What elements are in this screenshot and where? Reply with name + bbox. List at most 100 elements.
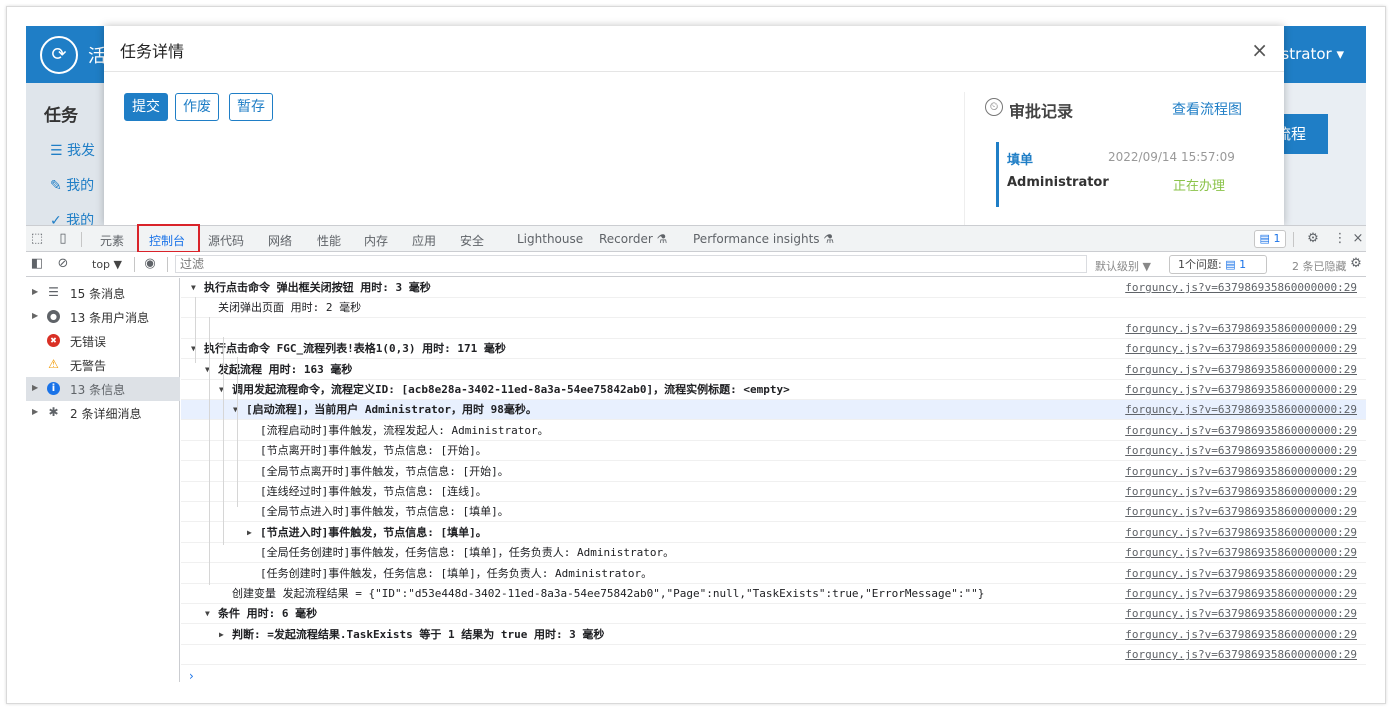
tab-security[interactable]: 安全 [460,232,484,249]
source-link[interactable]: forguncy.js?v=637986935860000000:29 [1125,380,1357,399]
app-sidebar-item[interactable]: ☰ 我发 [50,140,95,160]
console-log-row[interactable]: ▶ 判断: =发起流程结果.TaskExists 等于 1 结果为 true 用时… [181,625,1366,645]
sidebar-filter-label: 无警告 [70,359,107,373]
tab-recorder[interactable]: Recorder ⚗ [599,232,667,246]
tab-performance-insights[interactable]: Performance insights ⚗ [693,232,834,246]
void-button[interactable]: 作废 [175,93,219,121]
console-log-row[interactable]: ▶ [节点进入时]事件触发，节点信息: [填单]。 forguncy.js?v=63… [181,523,1366,543]
device-toolbar-icon[interactable]: ▯ [55,231,71,247]
sidebar-filter-item[interactable]: ▶ ☰ 15 条消息 [26,281,180,305]
close-icon[interactable]: × [1251,38,1268,62]
console-log-row[interactable]: ▼ 执行点击命令 FGC_流程列表!表格1(0,3) 用时: 171 毫秒 forg… [181,339,1366,360]
source-link[interactable]: forguncy.js?v=637986935860000000:29 [1125,400,1357,419]
tab-application[interactable]: 应用 [412,232,436,249]
settings-gear-icon[interactable]: ⚙ [1305,231,1321,247]
timeline-bar [996,142,999,207]
source-link[interactable]: forguncy.js?v=637986935860000000:29 [1125,645,1357,664]
eye-icon[interactable]: ◉ [142,256,158,272]
source-link[interactable]: forguncy.js?v=637986935860000000:29 [1125,584,1357,603]
console-log-row[interactable]: [全局节点进入时]事件触发，节点信息: [填单]。 forguncy.js?v=6… [181,502,1366,523]
submit-button[interactable]: 提交 [124,93,168,121]
app-logo-icon: ⟳ [40,36,78,74]
source-link[interactable]: forguncy.js?v=637986935860000000:29 [1125,564,1357,583]
collapse-arrow-icon[interactable]: ▼ [205,604,210,623]
more-options-icon[interactable]: ⋮ [1332,231,1348,247]
source-link[interactable]: forguncy.js?v=637986935860000000:29 [1125,625,1357,644]
sidebar-filter-item[interactable]: ▶ ✱ 2 条详细消息 [26,401,180,425]
console-log-row[interactable]: [全局节点离开时]事件触发，节点信息: [开始]。 forguncy.js?v=6… [181,462,1366,482]
console-log-row[interactable]: ▼ 调用发起流程命令，流程定义ID: [acb8e28a-3402-11ed-8a… [181,380,1366,400]
group-guide-line [209,317,210,569]
console-log-row[interactable]: 创建变量 发起流程结果 = {"ID":"d53e448d-3402-11ed-… [181,584,1366,604]
console-log-row[interactable]: [流程启动时]事件触发，流程发起人: Administrator。 forgunc… [181,421,1366,441]
expand-arrow-icon[interactable]: ▶ [32,287,38,296]
console-prompt[interactable]: › [189,669,194,682]
context-selector[interactable]: top ▼ [92,258,122,271]
console-log-row[interactable]: forguncy.js?v=637986935860000000:29 [181,319,1366,339]
sidebar-filter-item[interactable]: ⚠ 无警告 [26,353,180,377]
source-link[interactable]: forguncy.js?v=637986935860000000:29 [1125,604,1357,623]
save-draft-button[interactable]: 暂存 [229,93,273,121]
source-link[interactable]: forguncy.js?v=637986935860000000:29 [1125,543,1357,562]
console-log-row[interactable]: ▼ 条件 用时: 6 毫秒 forguncy.js?v=63798693586000… [181,604,1366,625]
source-link[interactable]: forguncy.js?v=637986935860000000:29 [1125,502,1357,521]
console-log-row[interactable]: [节点离开时]事件触发，节点信息: [开始]。 forguncy.js?v=637… [181,441,1366,462]
clear-console-icon[interactable]: ⊘ [55,256,71,272]
console-log-row[interactable]: forguncy.js?v=637986935860000000:29 [181,645,1366,666]
list-icon: ☰ [48,285,59,299]
collapse-arrow-icon[interactable]: ▼ [191,278,196,297]
tab-memory[interactable]: 内存 [364,232,388,249]
sidebar-filter-item[interactable]: ▶ i 13 条信息 [26,377,180,401]
app-sidebar-item[interactable]: ✓ 我的 [50,210,94,225]
console-settings-icon[interactable]: ⚙ [1350,256,1362,272]
expand-arrow-icon[interactable]: ▶ [32,311,38,320]
source-link[interactable]: forguncy.js?v=637986935860000000:29 [1125,441,1357,460]
source-link[interactable]: forguncy.js?v=637986935860000000:29 [1125,339,1357,358]
source-link[interactable]: forguncy.js?v=637986935860000000:29 [1125,360,1357,379]
expand-arrow-icon[interactable]: ▶ [32,407,38,416]
app-sidebar-item[interactable]: ✎ 我的 [50,175,94,195]
source-link[interactable]: forguncy.js?v=637986935860000000:29 [1125,523,1357,542]
issues-button[interactable]: 1个问题: ▤ 1 [1169,255,1267,274]
sidebar-filter-item[interactable]: ✖ 无错误 [26,329,180,353]
sidebar-filter-item[interactable]: ▶ ● 13 条用户消息 [26,305,180,329]
expand-arrow-icon[interactable]: ▶ [219,625,224,644]
console-log-row[interactable]: [任务创建时]事件触发，任务信息: [填单]，任务负责人: Administra… [181,564,1366,584]
tab-performance[interactable]: 性能 [317,232,341,249]
filter-input[interactable]: 过滤 [175,255,1087,273]
inspect-element-icon[interactable]: ⬚ [29,231,45,247]
log-message: 发起流程 用时: 163 毫秒 [218,362,353,376]
bug-icon: ✱ [48,405,59,419]
close-devtools-icon[interactable]: × [1352,231,1364,247]
source-link[interactable]: forguncy.js?v=637986935860000000:29 [1125,462,1357,481]
tab-network[interactable]: 网络 [268,232,292,249]
source-link[interactable]: forguncy.js?v=637986935860000000:29 [1125,278,1357,297]
approval-status: 正在办理 [1173,179,1226,194]
user-menu[interactable]: strator ▾ [1281,45,1344,63]
log-message: [全局节点进入时]事件触发，节点信息: [填单]。 [260,505,509,519]
expand-arrow-icon[interactable]: ▶ [32,383,38,392]
source-link[interactable]: forguncy.js?v=637986935860000000:29 [1125,482,1357,501]
sidebar-toggle-icon[interactable]: ◧ [29,256,45,272]
console-log-row[interactable]: 关闭弹出页面 用时: 2 毫秒 [181,298,1366,319]
console-log-row[interactable]: [全局任务创建时]事件触发，任务信息: [填单]，任务负责人: Administ… [181,543,1366,564]
expand-arrow-icon[interactable]: ▶ [247,523,252,542]
console-log-row[interactable]: ▼ [启动流程]，当前用户 Administrator，用时 98毫秒。 forgu… [181,400,1366,421]
log-message: [全局节点离开时]事件触发，节点信息: [开始]。 [260,464,509,478]
divider [167,257,168,272]
group-guide-line [195,297,196,363]
tab-elements[interactable]: 元素 [100,232,124,249]
console-log-row[interactable]: [连线经过时]事件触发，节点信息: [连线]。 forguncy.js?v=637… [181,482,1366,502]
tab-sources[interactable]: 源代码 [208,232,244,249]
view-flowchart-link[interactable]: 查看流程图 [1172,99,1242,119]
divider [81,232,82,247]
console-log-row[interactable]: ▼ 执行点击命令 弹出框关闭按钮 用时: 3 毫秒 forguncy.js?v=63… [181,278,1366,298]
tab-lighthouse[interactable]: Lighthouse [517,232,583,246]
source-link[interactable]: forguncy.js?v=637986935860000000:29 [1125,421,1357,440]
issues-badge[interactable]: ▤ 1 [1254,230,1286,248]
source-link[interactable]: forguncy.js?v=637986935860000000:29 [1125,319,1357,338]
log-message: [节点进入时]事件触发，节点信息: [填单]。 [260,525,487,539]
hidden-count: 2 条已隐藏 [1292,260,1347,273]
log-levels-dropdown[interactable]: 默认级别 ▼ [1095,258,1151,274]
console-log-row[interactable]: ▼ 发起流程 用时: 163 毫秒 forguncy.js?v=6379869358… [181,360,1366,380]
